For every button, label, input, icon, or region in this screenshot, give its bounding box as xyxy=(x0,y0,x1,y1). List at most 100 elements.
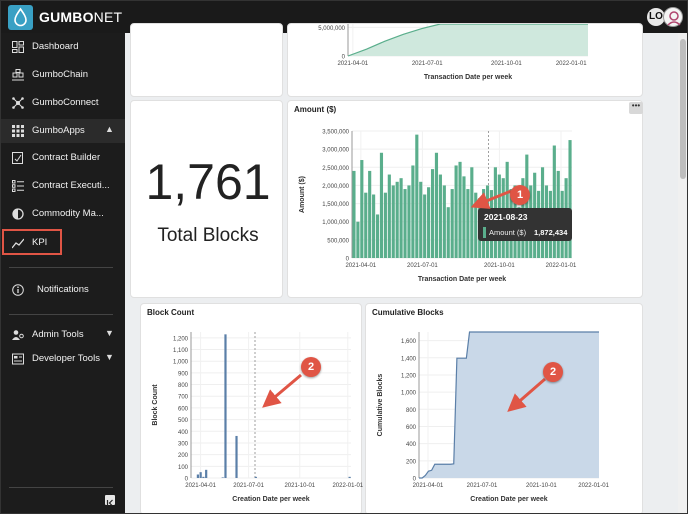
x-tick-label: 2022-01-01 xyxy=(332,483,363,489)
bar xyxy=(403,189,407,258)
y-tick-label: 1,000 xyxy=(173,360,189,366)
y-tick-label: 0 xyxy=(185,477,189,483)
y-tick-label: 600 xyxy=(178,406,189,412)
y-tick-label: 3,000,000 xyxy=(322,148,349,154)
sidebar-item-label: Dashboard xyxy=(32,41,79,52)
block-count-chart: 0 100 200 300 400 500 600 700 800 900 1,000 1,100 1,… xyxy=(152,332,363,503)
y-tick-label: 1,400 xyxy=(401,356,417,362)
sidebar-item-gumboapps[interactable]: GumboApps ▲ xyxy=(1,119,125,143)
tooltip-key: Amount ($) xyxy=(489,228,527,237)
x-tick-label: 2022-01-01 xyxy=(556,61,587,67)
sidebar-item-contract-builder[interactable]: Contract Builder xyxy=(1,146,125,170)
y-tick-label: 0 xyxy=(346,257,350,263)
chevron-down-icon[interactable]: ▼ xyxy=(105,328,114,338)
area-fill xyxy=(348,24,588,56)
y-tick-label: 0 xyxy=(413,477,417,483)
bar xyxy=(474,192,478,258)
y-tick-label: 2,500,000 xyxy=(322,166,349,172)
scrollbar-thumb[interactable] xyxy=(680,39,686,179)
cumulative-amount-card: 0 5,000,000 2021-04-01 2021-07-01 2021-10-01… xyxy=(287,23,643,97)
sidebar-item-contract-execution[interactable]: Contract Executi... xyxy=(1,174,125,198)
chain-icon xyxy=(12,69,24,81)
tooltip-value: 1,872,434 xyxy=(534,228,568,237)
sidebar-item-commodity[interactable]: Commodity Ma... xyxy=(1,202,125,226)
bar xyxy=(458,161,462,258)
x-tick-label: 2021-04-01 xyxy=(337,61,368,67)
bar xyxy=(552,145,556,258)
bar xyxy=(368,170,372,258)
y-tick-label: 600 xyxy=(406,425,417,431)
bar xyxy=(399,178,403,258)
total-blocks-label: Total Blocks xyxy=(157,225,259,246)
y-tick-label: 1,200 xyxy=(173,336,189,342)
y-tick-label: 1,000,000 xyxy=(322,220,349,226)
bar xyxy=(395,181,399,258)
bar xyxy=(196,474,199,478)
chevron-up-icon[interactable]: ▲ xyxy=(105,124,114,134)
bar xyxy=(407,185,411,258)
contract-execution-icon xyxy=(12,180,24,192)
y-axis-label: Cumulative Blocks xyxy=(377,374,384,437)
y-tick-label: 1,500,000 xyxy=(322,202,349,208)
bar xyxy=(383,192,387,258)
tooltip-date: 2021-08-23 xyxy=(484,212,528,222)
sidebar-item-label: Contract Builder xyxy=(32,152,101,163)
info-icon xyxy=(12,284,24,296)
bar xyxy=(352,170,356,258)
sidebar-item-label: Contract Executi... xyxy=(32,180,110,191)
gumbonet-logo-icon[interactable] xyxy=(8,5,33,30)
sidebar-item-gumboconnect[interactable]: GumboConnect xyxy=(1,91,125,115)
bar xyxy=(427,187,431,258)
apps-icon xyxy=(12,125,24,137)
sidebar-item-label: Admin Tools xyxy=(32,329,84,340)
more-options-icon[interactable]: ••• xyxy=(629,102,643,114)
y-tick-label: 1,100 xyxy=(173,348,189,354)
collapse-sidebar-icon[interactable] xyxy=(105,495,115,507)
bar xyxy=(446,207,450,258)
bar xyxy=(379,152,384,258)
y-tick-label: 1,200 xyxy=(401,373,417,379)
bar xyxy=(450,189,454,258)
x-tick-label: 2021-04-01 xyxy=(413,483,444,489)
brand-name: GUMBONET xyxy=(39,9,122,25)
sidebar-item-developer-tools[interactable]: Developer Tools ▼ xyxy=(1,347,125,371)
annotation-badge-1: 1 xyxy=(510,185,530,205)
y-tick-label: 700 xyxy=(178,395,189,401)
bar xyxy=(387,174,391,258)
org-avatar-icon[interactable] xyxy=(663,7,683,27)
x-tick-label: 2021-10-01 xyxy=(284,483,315,489)
chevron-down-icon[interactable]: ▼ xyxy=(105,352,114,362)
x-tick-label: 2021-04-01 xyxy=(185,483,216,489)
sidebar-item-gumbochain[interactable]: GumboChain xyxy=(1,63,125,87)
annotation-badge-2b: 2 xyxy=(543,362,563,382)
sidebar-item-label: Commodity Ma... xyxy=(32,208,104,219)
y-tick-label: 1,600 xyxy=(401,339,417,345)
bar xyxy=(525,154,529,258)
x-tick-label: 2021-07-01 xyxy=(233,483,264,489)
bar xyxy=(391,185,395,258)
connect-icon xyxy=(12,97,24,109)
sidebar-item-notifications[interactable]: Notifications xyxy=(1,278,125,302)
bar xyxy=(415,134,419,258)
bar xyxy=(205,469,208,478)
bar xyxy=(434,152,439,258)
amount-card: Amount ($) 0 500,000 1,000,000 1,500,000 2,0… xyxy=(287,100,643,298)
y-tick-label: 400 xyxy=(406,442,417,448)
y-tick-label: 300 xyxy=(178,441,189,447)
bar xyxy=(372,194,376,258)
x-axis-label: Transaction Date per week xyxy=(418,276,506,283)
sidebar-item-admin-tools[interactable]: Admin Tools ▼ xyxy=(1,323,125,347)
x-tick-label: 2022-01-01 xyxy=(578,483,609,489)
admin-icon xyxy=(12,329,24,341)
top-left-card xyxy=(130,23,283,97)
bar xyxy=(411,165,415,258)
bar xyxy=(199,472,202,478)
brand-main: GUMBO xyxy=(39,9,94,25)
chart-tooltip: 2021-08-23 Amount ($) 1,872,434 xyxy=(478,208,572,241)
x-axis-label: Creation Date per week xyxy=(470,496,548,503)
cumulative-blocks-chart: 0 200 400 600 800 1,000 1,200 1,400 1,600 2021-04… xyxy=(377,331,610,503)
sidebar-item-dashboard[interactable]: Dashboard xyxy=(1,35,125,59)
dashboard-icon xyxy=(12,41,24,53)
x-tick-label: 2021-07-01 xyxy=(407,263,438,269)
y-tick-label: 800 xyxy=(406,408,417,414)
